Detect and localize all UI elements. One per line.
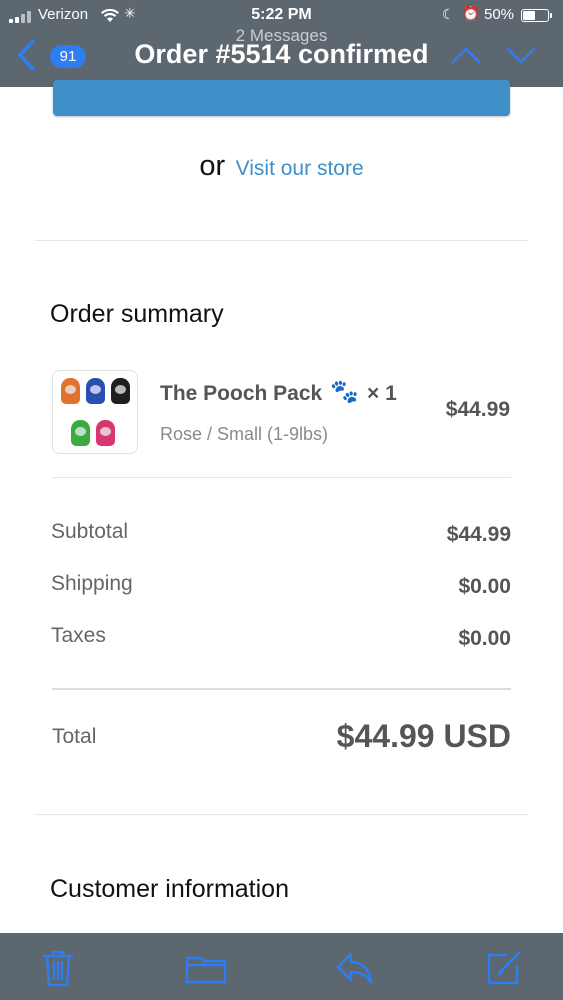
order-summary-heading: Order summary bbox=[50, 300, 224, 328]
product-image-blue-pack bbox=[86, 378, 105, 404]
taxes-value: $0.00 bbox=[458, 627, 511, 650]
do-not-disturb-icon: ☾ bbox=[442, 6, 455, 22]
product-image-rose-pack bbox=[96, 420, 115, 446]
shipping-label: Shipping bbox=[51, 572, 133, 595]
previous-message-chevron-up-icon[interactable] bbox=[450, 44, 482, 66]
move-to-folder-icon[interactable] bbox=[184, 948, 228, 988]
total-value: $44.99 USD bbox=[336, 718, 511, 754]
nav-bar: 91 2 Messages Order #5514 confirmed bbox=[0, 26, 563, 87]
divider bbox=[52, 477, 511, 478]
product-price: $44.99 bbox=[445, 398, 510, 421]
product-name: The Pooch Pack bbox=[160, 382, 323, 405]
status-bar: Verizon ✳ 5:22 PM ☾ ⏰ 50% bbox=[0, 4, 563, 26]
next-message-chevron-down-icon[interactable] bbox=[505, 44, 537, 66]
product-image-black-pack bbox=[111, 378, 130, 404]
alarm-icon: ⏰ bbox=[462, 5, 480, 21]
total-label: Total bbox=[52, 725, 97, 748]
visit-store-link[interactable]: Visit our store bbox=[236, 157, 364, 180]
product-variant: Rose / Small (1-9lbs) bbox=[160, 424, 329, 444]
view-order-button[interactable] bbox=[53, 80, 510, 116]
compose-icon[interactable] bbox=[484, 948, 524, 988]
taxes-label: Taxes bbox=[51, 624, 106, 647]
product-image-orange-pack bbox=[61, 378, 80, 404]
battery-percent: 50% bbox=[484, 6, 515, 23]
customer-information-heading: Customer information bbox=[50, 875, 289, 903]
product-image-green-pack bbox=[71, 420, 90, 446]
reply-icon[interactable] bbox=[334, 948, 374, 988]
store-link-line: or Visit our store bbox=[0, 150, 563, 183]
paw-prints-icon: 🐾 bbox=[330, 378, 359, 404]
divider bbox=[52, 688, 511, 690]
subtotal-value: $44.99 bbox=[446, 523, 511, 546]
product-thumbnail bbox=[52, 370, 138, 454]
trash-icon[interactable] bbox=[38, 948, 78, 988]
subtotal-label: Subtotal bbox=[51, 520, 129, 543]
or-text: or bbox=[199, 150, 226, 182]
battery-icon bbox=[521, 9, 552, 22]
divider bbox=[35, 814, 528, 815]
shipping-value: $0.00 bbox=[458, 575, 511, 598]
product-quantity: × 1 bbox=[367, 382, 397, 405]
bottom-toolbar bbox=[0, 933, 563, 1000]
email-header: Verizon ✳ 5:22 PM ☾ ⏰ 50% 91 2 Messages … bbox=[0, 0, 563, 87]
divider bbox=[35, 240, 528, 241]
